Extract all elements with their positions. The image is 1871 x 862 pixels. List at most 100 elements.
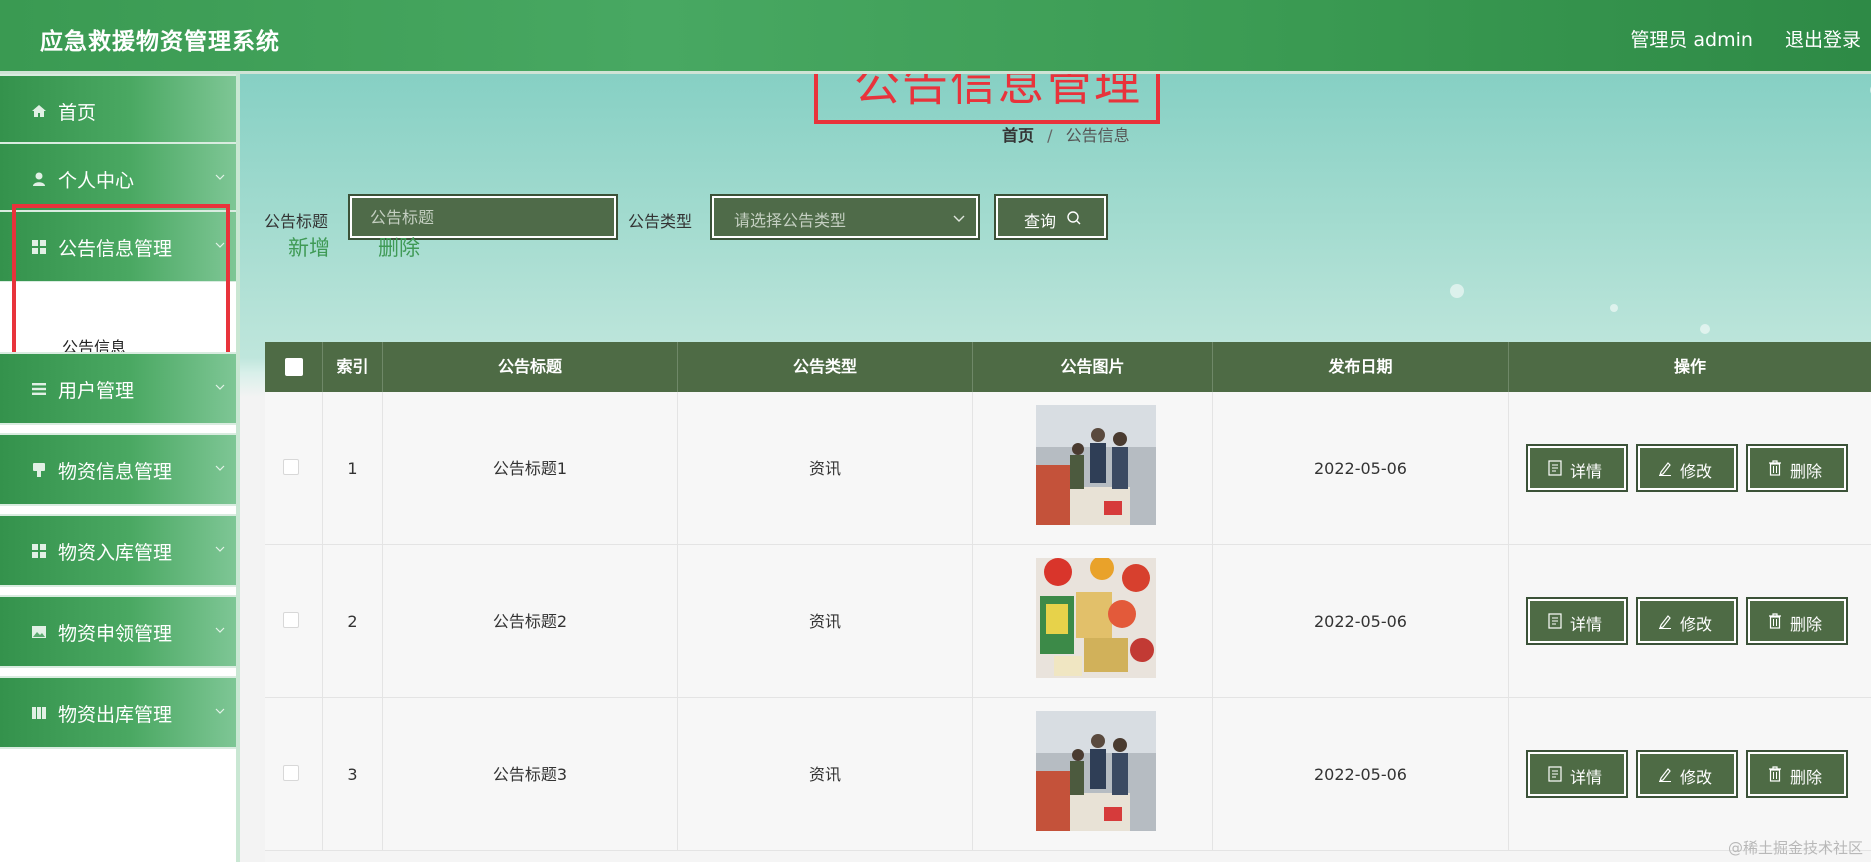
column-header: 公告标题 [383, 342, 678, 392]
title-cell: 公告标题3 [383, 698, 678, 851]
user-icon [33, 172, 45, 186]
sidebar-item-supply-inbound[interactable]: 物资入库管理 [0, 514, 236, 587]
index-cell: 1 [323, 392, 383, 545]
sidebar-item-home[interactable]: 首页 [0, 74, 236, 147]
detail-button-label: 详情 [1570, 768, 1603, 787]
date-cell: 2022-05-06 [1213, 392, 1509, 545]
delete-button[interactable]: 删除 [1746, 597, 1848, 645]
bokeh-dot [1700, 324, 1710, 334]
notice-table: 索引 公告标题 公告类型 公告图片 发布日期 操作 1 公告标题1 资讯 202… [265, 342, 1871, 862]
chevron-down-icon [215, 708, 225, 714]
header-select-cell [265, 342, 323, 392]
breadcrumb-home[interactable]: 首页 [1002, 126, 1034, 145]
table-row: 3 公告标题3 资讯 2022-05-06 详情 修改 删除 [265, 698, 1871, 851]
home-icon [32, 105, 46, 117]
top-bar: 应急救援物资管理系统 管理员 admin 退出登录 [0, 0, 1871, 74]
sidebar-item-label: 物资入库管理 [58, 542, 173, 564]
type-select-placeholder: 请选择公告类型 [734, 211, 847, 230]
picture-icon [32, 626, 46, 638]
sidebar-item-label: 物资申领管理 [58, 623, 173, 645]
delete-button[interactable]: 删除 [1746, 444, 1848, 492]
document-icon [1548, 766, 1562, 782]
sidebar-item-supply-outbound[interactable]: 物资出库管理 [0, 676, 236, 749]
bokeh-dot [1450, 284, 1464, 298]
edit-button[interactable]: 修改 [1636, 750, 1738, 798]
notice-image [1036, 711, 1156, 831]
row-checkbox[interactable] [283, 459, 299, 475]
batch-delete-button[interactable]: 删除 [378, 232, 420, 262]
document-icon [1548, 613, 1562, 629]
tag-icon [33, 463, 45, 477]
pencil-icon [1659, 768, 1671, 782]
edit-button[interactable]: 修改 [1636, 444, 1738, 492]
column-header: 索引 [323, 342, 383, 392]
breadcrumb-separator: / [1047, 126, 1053, 145]
edit-button-label: 修改 [1680, 615, 1713, 634]
column-header: 公告类型 [678, 342, 973, 392]
column-header: 发布日期 [1213, 342, 1509, 392]
trash-icon [1769, 460, 1781, 476]
sidebar-item-supply-info[interactable]: 物资信息管理 [0, 433, 236, 506]
sidebar-item-label: 首页 [58, 102, 97, 124]
type-cell: 资讯 [678, 392, 973, 545]
search-icon [1067, 211, 1081, 225]
book-icon [32, 707, 46, 719]
select-all-checkbox[interactable] [285, 358, 303, 376]
delete-button-label: 删除 [1790, 462, 1823, 481]
detail-button[interactable]: 详情 [1526, 597, 1628, 645]
sidebar-item-label: 个人中心 [58, 170, 135, 192]
watermark: @稀土掘金技术社区 [1727, 839, 1863, 857]
add-button[interactable]: 新增 [288, 232, 330, 262]
query-button[interactable]: 查询 [994, 194, 1108, 240]
chevron-down-icon [215, 627, 225, 633]
row-select-cell [265, 698, 323, 851]
column-header: 操作 [1673, 357, 1706, 376]
sidebar-item-label: 用户管理 [58, 380, 135, 402]
bokeh-dot [1610, 304, 1618, 312]
chevron-down-icon [215, 546, 225, 552]
table-header: 索引 公告标题 公告类型 公告图片 发布日期 操作 [265, 342, 1871, 392]
breadcrumb: 首页 / 公告信息 [1002, 122, 1130, 146]
app-title: 应急救援物资管理系统 [40, 29, 280, 55]
edit-button-label: 修改 [1680, 768, 1713, 787]
detail-button[interactable]: 详情 [1526, 750, 1628, 798]
delete-button-label: 删除 [1790, 768, 1823, 787]
top-right-area: 管理员 admin 退出登录 [1604, 25, 1861, 52]
list-icon [32, 383, 46, 395]
current-user-label: 管理员 admin [1630, 29, 1753, 51]
date-cell: 2022-05-06 [1213, 698, 1509, 851]
date-cell: 2022-05-06 [1213, 545, 1509, 698]
sidebar: 首页 个人中心 公告信息管理 公告信息 用户管理 物资信息管理 物资入库管理 物… [0, 74, 240, 862]
sidebar-item-supply-claim[interactable]: 物资申领管理 [0, 595, 236, 668]
detail-button-label: 详情 [1570, 462, 1603, 481]
row-select-cell [265, 392, 323, 545]
delete-button[interactable]: 删除 [1746, 750, 1848, 798]
type-select[interactable]: 请选择公告类型 [710, 194, 980, 240]
type-cell: 资讯 [678, 698, 973, 851]
index-cell: 3 [323, 698, 383, 851]
pencil-icon [1659, 615, 1671, 629]
pencil-icon [1659, 462, 1671, 476]
notice-image [1036, 405, 1156, 525]
chevron-down-icon [953, 215, 965, 222]
type-cell: 资讯 [678, 545, 973, 698]
query-button-label: 查询 [1024, 212, 1057, 231]
table-row: 1 公告标题1 资讯 2022-05-06 详情 修改 删除 [265, 392, 1871, 545]
index-cell: 2 [323, 545, 383, 698]
title-filter-label: 公告标题 [264, 212, 329, 231]
edit-button[interactable]: 修改 [1636, 597, 1738, 645]
title-cell: 公告标题1 [383, 392, 678, 545]
detail-button[interactable]: 详情 [1526, 444, 1628, 492]
edit-button-label: 修改 [1680, 462, 1713, 481]
row-checkbox[interactable] [283, 612, 299, 628]
column-header: 公告图片 [973, 342, 1213, 392]
row-select-cell [265, 545, 323, 698]
logout-link[interactable]: 退出登录 [1785, 29, 1861, 51]
type-filter-label: 公告类型 [628, 212, 693, 231]
page-title: 公告信息管理 [854, 74, 1142, 111]
sidebar-item-label: 物资信息管理 [58, 461, 173, 483]
breadcrumb-current: 公告信息 [1065, 126, 1130, 145]
sidebar-item-user-management[interactable]: 用户管理 [0, 352, 236, 425]
detail-button-label: 详情 [1570, 615, 1603, 634]
row-checkbox[interactable] [283, 765, 299, 781]
